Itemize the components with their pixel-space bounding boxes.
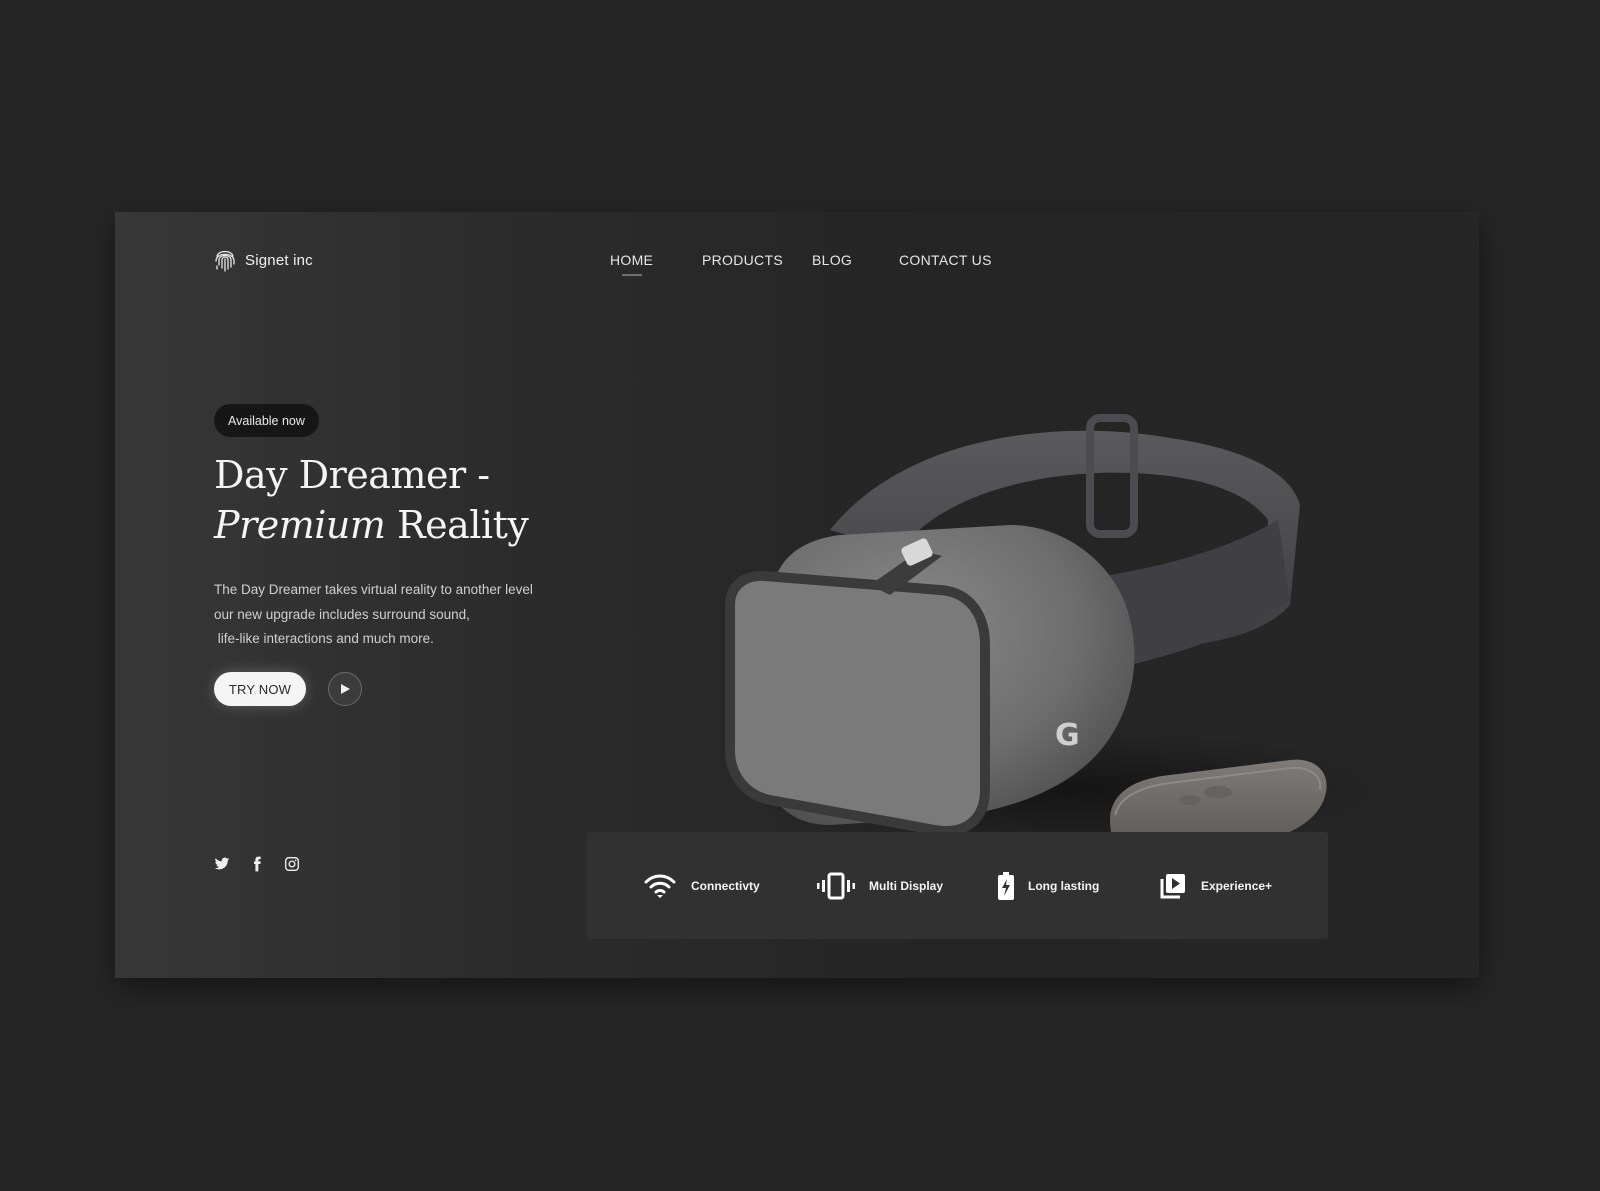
feature-label: Experience+ bbox=[1201, 878, 1273, 893]
wifi-icon bbox=[644, 874, 676, 898]
fingerprint-icon bbox=[215, 250, 235, 272]
social-links bbox=[214, 856, 319, 872]
feature-connectivity: Connectivty bbox=[643, 832, 760, 939]
nav-blog[interactable]: BLOG bbox=[812, 252, 852, 268]
nav-contact-us[interactable]: CONTACT US bbox=[899, 252, 992, 268]
description-line: life-like interactions and much more. bbox=[214, 631, 434, 646]
nav-products[interactable]: PRODUCTS bbox=[702, 252, 783, 268]
hero-title-line1: Day Dreamer - bbox=[214, 453, 490, 497]
hero-card: Signet inc HOME PRODUCTS BLOG CONTACT US… bbox=[115, 212, 1479, 978]
vibrate-phone-icon bbox=[817, 872, 855, 899]
facebook-icon[interactable] bbox=[249, 856, 265, 872]
brand[interactable]: Signet inc bbox=[214, 247, 313, 273]
feature-label: Connectivty bbox=[691, 878, 760, 893]
nav-home[interactable]: HOME bbox=[610, 252, 653, 268]
play-icon bbox=[341, 684, 350, 694]
play-video-button[interactable] bbox=[328, 672, 362, 706]
feature-long-lasting: Long lasting bbox=[998, 832, 1099, 939]
description-line: The Day Dreamer takes virtual reality to… bbox=[214, 582, 533, 597]
feature-label: Multi Display bbox=[869, 878, 944, 893]
vr-headset-image: G bbox=[725, 414, 1400, 866]
hero-title: Day Dreamer - Premium Reality bbox=[214, 450, 529, 550]
try-now-button[interactable]: TRY NOW bbox=[214, 672, 306, 706]
brand-name: Signet inc bbox=[245, 251, 313, 269]
instagram-icon[interactable] bbox=[284, 856, 300, 872]
headset-logo: G bbox=[1055, 718, 1080, 753]
feature-multi-display: Multi Display bbox=[817, 832, 943, 939]
hero-title-italic: Premium bbox=[214, 503, 386, 547]
twitter-icon[interactable] bbox=[214, 856, 230, 872]
availability-badge: Available now bbox=[214, 404, 319, 437]
feature-experience: Experience+ bbox=[1159, 832, 1272, 939]
feature-label: Long lasting bbox=[1028, 878, 1100, 893]
description-line: our new upgrade includes surround sound, bbox=[214, 606, 470, 622]
battery-charging-icon bbox=[998, 871, 1014, 900]
hero-description: The Day Dreamer takes virtual reality to… bbox=[214, 578, 574, 652]
hero-title-rest: Reality bbox=[385, 503, 529, 547]
video-library-icon bbox=[1160, 873, 1185, 898]
features-bar: Connectivty Multi Display Long lasting E… bbox=[587, 832, 1328, 939]
